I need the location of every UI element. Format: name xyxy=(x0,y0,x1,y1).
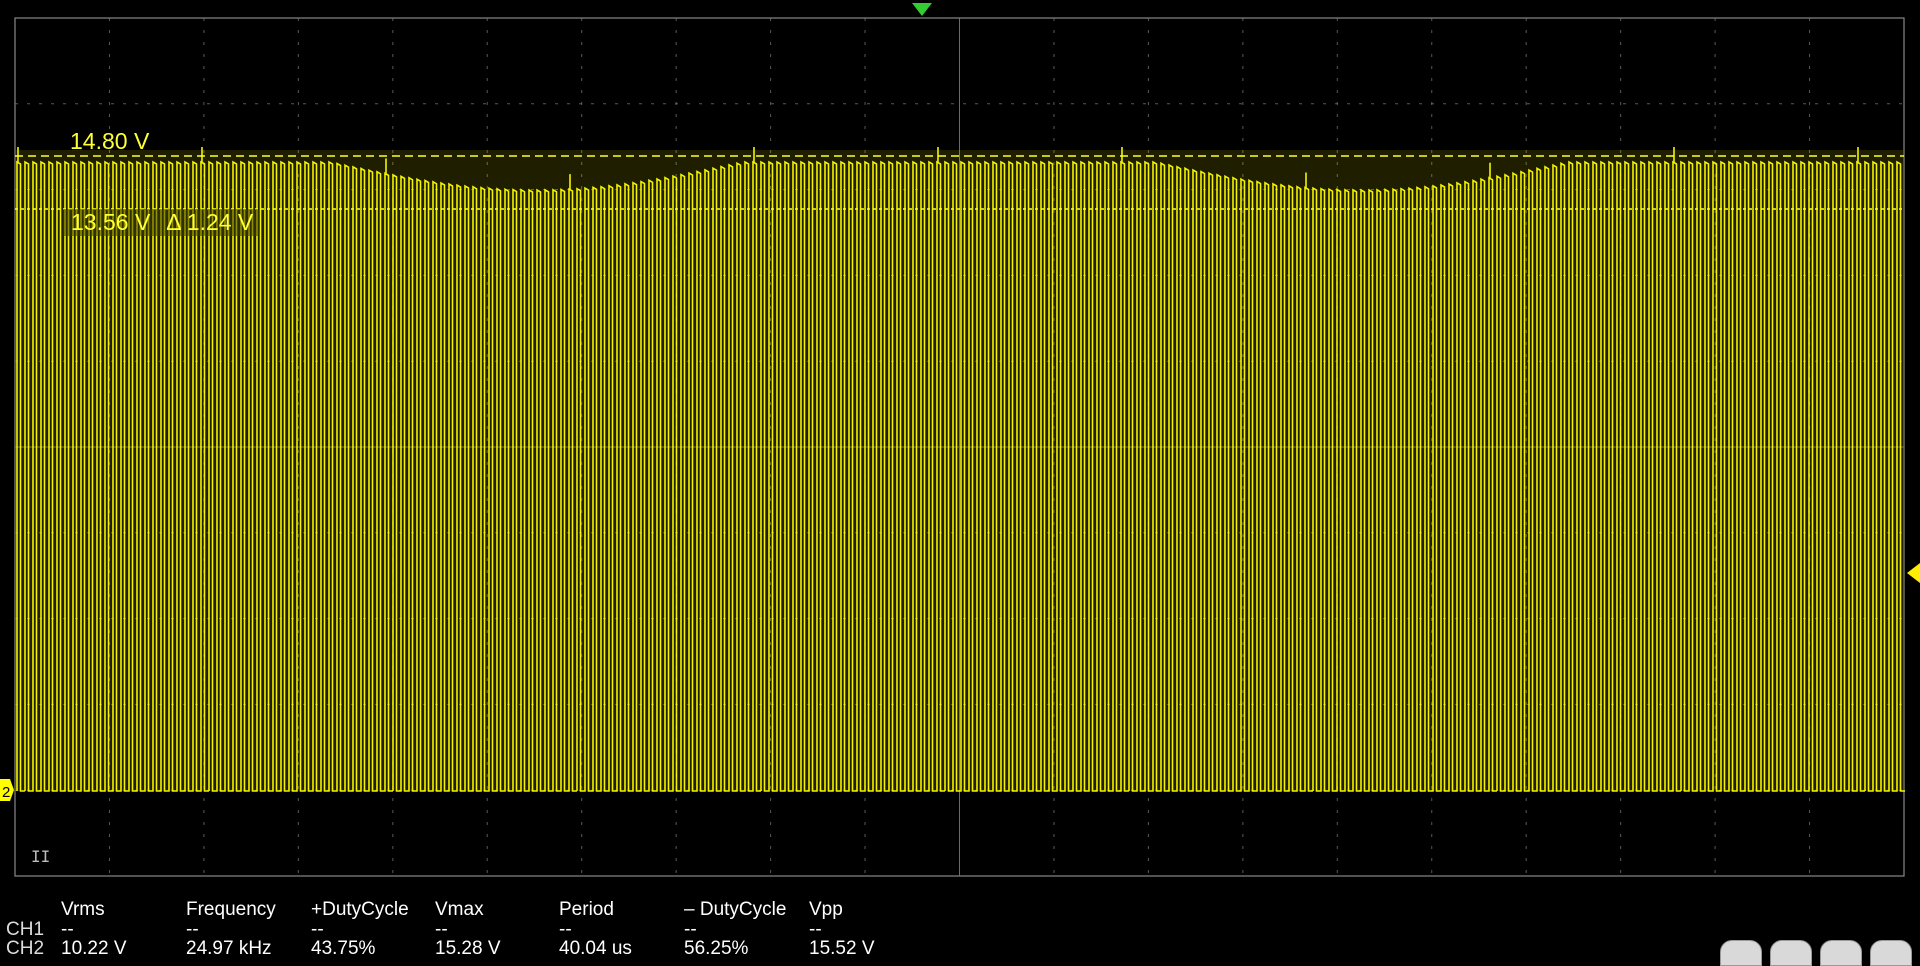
measure-value: 24.97 kHz xyxy=(186,938,272,959)
channel2-marker-label: 2 xyxy=(2,784,10,801)
measure-header-vrms: Vrms xyxy=(61,899,105,920)
run-stop-indicator: II xyxy=(31,847,51,866)
cursor-delta-value: Δ 1.24 V xyxy=(166,209,254,235)
cursor-b-value: 13.56 V xyxy=(71,209,151,235)
measure-value: -- xyxy=(684,919,697,940)
measure-header-frequency: Frequency xyxy=(186,899,276,920)
row-label: CH1 xyxy=(6,919,45,940)
row-label: CH2 xyxy=(6,938,45,959)
measurement-panel: Vrms Frequency +DutyCycle Vmax Period – … xyxy=(0,896,1920,961)
measure-value: -- xyxy=(61,919,74,940)
measure-value: 56.25% xyxy=(684,938,749,959)
trigger-level-marker xyxy=(1907,563,1920,583)
measure-value: -- xyxy=(559,919,572,940)
measure-header-period: Period xyxy=(559,899,614,920)
export-icon[interactable] xyxy=(1820,940,1862,966)
zoom-icon[interactable] xyxy=(1720,940,1762,966)
measure-value: 15.28 V xyxy=(435,938,501,959)
measure-value: 15.52 V xyxy=(809,938,875,959)
measure-value: 10.22 V xyxy=(61,938,127,959)
measure-value: -- xyxy=(435,919,448,940)
measure-header-vmax: Vmax xyxy=(435,899,484,920)
toolbar xyxy=(1720,940,1920,966)
home-icon[interactable] xyxy=(1870,940,1912,966)
measure-header-neg-duty: – DutyCycle xyxy=(684,899,787,920)
measure-value: -- xyxy=(311,919,324,940)
measure-value: 40.04 us xyxy=(559,938,632,959)
measure-value: 43.75% xyxy=(311,938,376,959)
save-icon[interactable] xyxy=(1770,940,1812,966)
cursor-b-readout: 13.56 V Δ 1.24 V xyxy=(63,209,260,236)
measure-value: -- xyxy=(809,919,822,940)
trigger-position-marker xyxy=(912,3,932,16)
measure-value: -- xyxy=(186,919,199,940)
cursor-a-readout: 14.80 V xyxy=(70,128,150,154)
measure-header-pos-duty: +DutyCycle xyxy=(311,899,409,920)
measure-header-vpp: Vpp xyxy=(809,899,843,920)
trace-glow xyxy=(16,150,1903,791)
waveform-display[interactable]: 2 xyxy=(0,0,1920,896)
ch2-waveform xyxy=(16,147,1905,792)
